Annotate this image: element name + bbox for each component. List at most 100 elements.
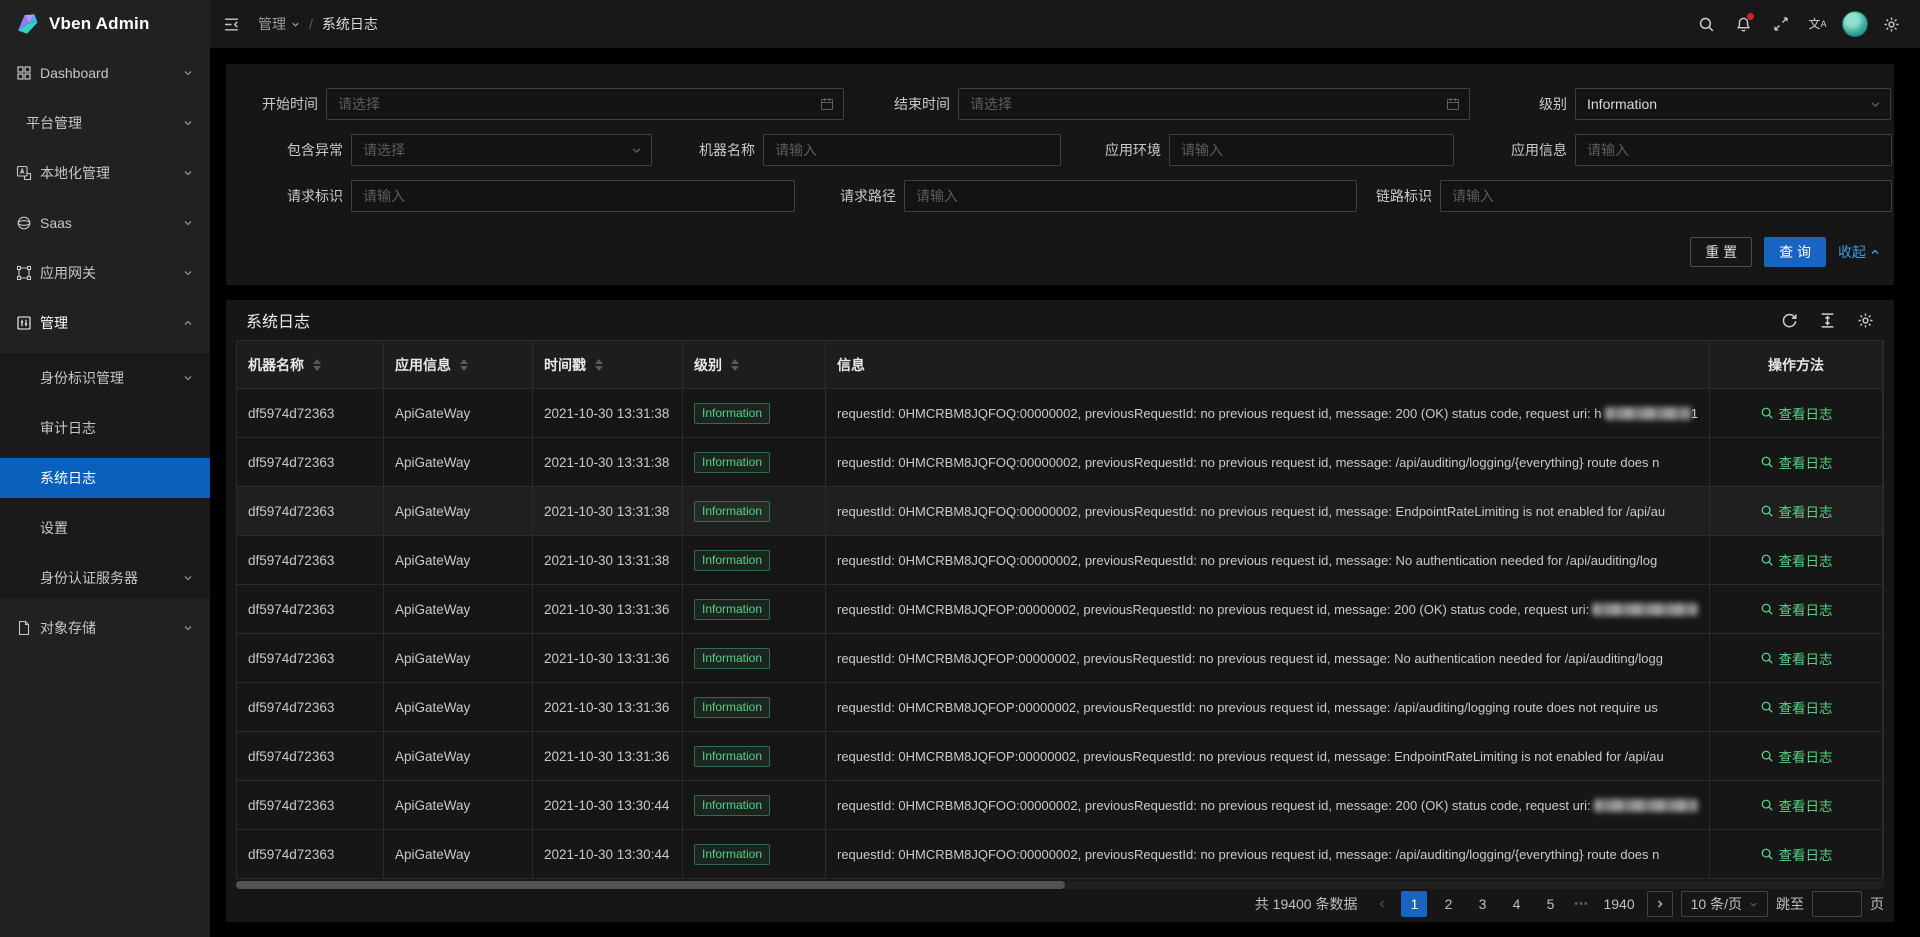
sidebar-item-Saas[interactable]: Saas: [0, 203, 210, 243]
machine-name-input[interactable]: [775, 142, 1030, 158]
machine-name-box[interactable]: [763, 134, 1061, 166]
cell-level: Information: [683, 683, 826, 732]
request-path-input[interactable]: [916, 188, 1326, 204]
notification-bell-icon[interactable]: [1725, 0, 1762, 48]
search-icon[interactable]: [1688, 0, 1725, 48]
cell-actions: 查看日志: [1710, 487, 1883, 536]
page-button-1[interactable]: 1: [1401, 891, 1427, 917]
calendar-icon: [1446, 97, 1460, 111]
sidebar-item-平台管理[interactable]: 平台管理: [0, 103, 210, 143]
request-id-label: 请求标识: [265, 186, 343, 206]
sidebar-item-本地化管理[interactable]: 本地化管理: [0, 153, 210, 193]
app-info-box[interactable]: [1575, 134, 1892, 166]
column-header-machine[interactable]: 机器名称: [237, 341, 384, 389]
settings-gear-icon[interactable]: [1873, 0, 1910, 48]
next-page-button[interactable]: [1647, 891, 1673, 917]
sort-icon[interactable]: [731, 359, 739, 371]
breadcrumb-parent[interactable]: 管理: [258, 14, 300, 34]
cell-app-info: ApiGateWay: [384, 487, 533, 536]
sort-icon[interactable]: [313, 359, 321, 371]
view-log-link[interactable]: 查看日志: [1760, 795, 1833, 815]
cell-level: Information: [683, 830, 826, 879]
level-select[interactable]: Information: [1575, 88, 1891, 120]
sidebar-item-label: 系统日志: [40, 468, 96, 488]
refresh-icon[interactable]: [1781, 312, 1798, 329]
app-info-label: 应用信息: [1499, 140, 1567, 160]
cell-actions: 查看日志: [1710, 389, 1883, 438]
column-height-icon[interactable]: [1819, 312, 1836, 329]
trace-id-box[interactable]: [1440, 180, 1892, 212]
column-header-level[interactable]: 级别: [683, 341, 826, 389]
request-path-box[interactable]: [904, 180, 1357, 212]
search-button[interactable]: 查 询: [1764, 237, 1826, 267]
reset-button[interactable]: 重 置: [1690, 237, 1752, 267]
end-time-input[interactable]: [970, 96, 1439, 112]
sidebar-item-Dashboard[interactable]: Dashboard: [0, 53, 210, 93]
page-button-5[interactable]: 5: [1537, 891, 1563, 917]
sidebar-item-label: Saas: [40, 215, 72, 231]
trace-id-input[interactable]: [1452, 188, 1861, 204]
collapse-link[interactable]: 收起: [1838, 242, 1880, 262]
column-header-app[interactable]: 应用信息: [384, 341, 533, 389]
page-button-3[interactable]: 3: [1469, 891, 1495, 917]
table-row: df5974d72363ApiGateWay2021-10-30 13:31:3…: [237, 389, 1883, 438]
view-log-link[interactable]: 查看日志: [1760, 452, 1833, 472]
start-time-picker[interactable]: [326, 88, 844, 120]
sidebar-item-身份标识管理[interactable]: 身份标识管理: [0, 358, 210, 398]
sidebar-item-应用网关[interactable]: 应用网关: [0, 253, 210, 293]
level-tag: Information: [694, 795, 770, 816]
page-size-select[interactable]: 10 条/页: [1681, 891, 1768, 917]
cell-timestamp: 2021-10-30 13:31:38: [533, 536, 683, 585]
column-header-timestamp[interactable]: 时间戳: [533, 341, 683, 389]
page-size-value: 10 条/页: [1691, 894, 1742, 914]
sort-icon[interactable]: [460, 359, 468, 371]
cell-app-info: ApiGateWay: [384, 585, 533, 634]
scrollbar-thumb[interactable]: [236, 881, 1065, 889]
sidebar-item-身份认证服务器[interactable]: 身份认证服务器: [0, 558, 210, 598]
request-id-input[interactable]: [363, 188, 764, 204]
has-exception-input[interactable]: [363, 142, 621, 158]
view-log-link[interactable]: 查看日志: [1760, 844, 1833, 864]
last-page-button[interactable]: 1940: [1599, 891, 1638, 917]
view-log-link[interactable]: 查看日志: [1760, 648, 1833, 668]
translate-icon[interactable]: 文A: [1799, 0, 1836, 48]
menu-fold-icon[interactable]: [223, 16, 240, 33]
page-button-4[interactable]: 4: [1503, 891, 1529, 917]
table-settings-gear-icon[interactable]: [1857, 312, 1874, 329]
sidebar-item-对象存储[interactable]: 对象存储: [0, 608, 210, 648]
prev-page-button[interactable]: [1371, 891, 1393, 917]
view-log-link[interactable]: 查看日志: [1760, 550, 1833, 570]
view-log-link[interactable]: 查看日志: [1760, 697, 1833, 717]
pagination-total: 共 19400 条数据: [1255, 894, 1358, 914]
view-log-link[interactable]: 查看日志: [1760, 403, 1833, 423]
jump-page-input[interactable]: [1812, 891, 1862, 917]
jump-unit: 页: [1870, 894, 1884, 914]
app-env-input[interactable]: [1181, 142, 1423, 158]
sort-icon[interactable]: [595, 359, 603, 371]
request-id-box[interactable]: [351, 180, 795, 212]
logo[interactable]: Vben Admin: [0, 0, 210, 48]
start-time-input[interactable]: [338, 96, 813, 112]
sidebar-item-label: 设置: [40, 518, 68, 538]
magnifier-icon: [1760, 406, 1774, 420]
page-button-2[interactable]: 2: [1435, 891, 1461, 917]
has-exception-select[interactable]: [351, 134, 652, 166]
app-env-box[interactable]: [1169, 134, 1454, 166]
app-info-input[interactable]: [1587, 142, 1861, 158]
fullscreen-icon[interactable]: [1762, 0, 1799, 48]
view-log-link[interactable]: 查看日志: [1760, 599, 1833, 619]
view-log-link[interactable]: 查看日志: [1760, 501, 1833, 521]
sidebar: Vben Admin Dashboard 平台管理本地化管理 Saas 应用网关管理身…: [0, 0, 210, 937]
sidebar-item-系统日志[interactable]: 系统日志: [0, 458, 210, 498]
sidebar-item-管理[interactable]: 管理: [0, 303, 210, 343]
sidebar-item-设置[interactable]: 设置: [0, 508, 210, 548]
end-time-picker[interactable]: [958, 88, 1470, 120]
view-log-link[interactable]: 查看日志: [1760, 746, 1833, 766]
chevron-up-icon: [183, 318, 193, 328]
saas-icon: [16, 215, 32, 231]
pagination-ellipsis[interactable]: •••: [1571, 898, 1591, 910]
field-end-time: 结束时间: [872, 88, 1470, 120]
user-avatar[interactable]: [1836, 0, 1873, 48]
filter-buttons: 重 置 查 询 收起: [1690, 236, 1880, 268]
sidebar-item-审计日志[interactable]: 审计日志: [0, 408, 210, 448]
